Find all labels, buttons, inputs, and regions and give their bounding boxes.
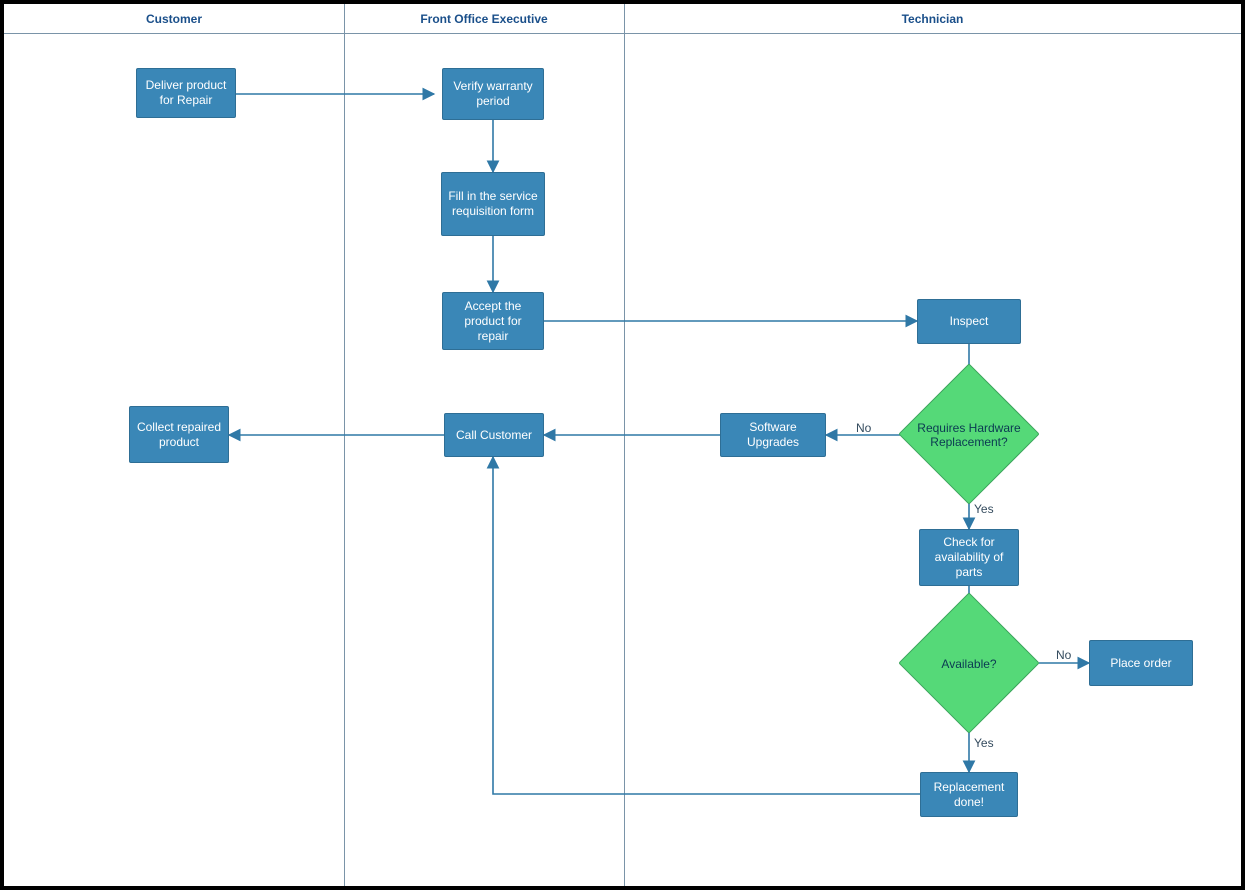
lane-divider [344,4,345,886]
task-place-order[interactable]: Place order [1089,640,1193,686]
lane-header-technician: Technician [624,4,1241,34]
task-call-customer[interactable]: Call Customer [444,413,544,457]
task-check-parts[interactable]: Check for availability of parts [919,529,1019,586]
task-label: Fill in the service requisition form [448,189,538,219]
task-label: Verify warranty period [449,79,537,109]
task-label: Inspect [950,314,989,329]
task-label: Software Upgrades [727,420,819,450]
lane-header-label: Front Office Executive [420,12,547,26]
task-label: Replacement done! [927,780,1011,810]
task-label: Place order [1110,656,1171,671]
task-inspect[interactable]: Inspect [917,299,1021,344]
task-replacement-done[interactable]: Replacement done! [920,772,1018,817]
task-verify-warranty[interactable]: Verify warranty period [442,68,544,120]
lane-header-customer: Customer [4,4,344,34]
lane-header-label: Customer [146,12,202,26]
task-label: Check for availability of parts [926,535,1012,580]
edge-label-available-no: No [1056,648,1071,662]
task-label: Collect repaired product [136,420,222,450]
flowchart-canvas: Customer Front Office Executive Technici… [0,0,1245,890]
decision-requires-hw-replacement[interactable]: Requires Hardware Replacement? [899,382,1039,487]
lane-header-front-office: Front Office Executive [344,4,624,34]
task-label: Accept the product for repair [449,299,537,344]
task-label: Call Customer [456,428,532,443]
decision-label: Requires Hardware Replacement? [899,382,1039,487]
lane-header-label: Technician [902,12,964,26]
decision-available[interactable]: Available? [899,611,1039,716]
edge-label-requires-hw-yes: Yes [974,502,994,516]
task-deliver-product[interactable]: Deliver product for Repair [136,68,236,118]
lane-divider [624,4,625,886]
edge-label-available-yes: Yes [974,736,994,750]
task-software-upgrades[interactable]: Software Upgrades [720,413,826,457]
decision-label: Available? [899,611,1039,716]
task-fill-service-form[interactable]: Fill in the service requisition form [441,172,545,236]
task-accept-product[interactable]: Accept the product for repair [442,292,544,350]
edge-label-requires-hw-no: No [856,421,871,435]
task-label: Deliver product for Repair [143,78,229,108]
task-collect-repaired-product[interactable]: Collect repaired product [129,406,229,463]
